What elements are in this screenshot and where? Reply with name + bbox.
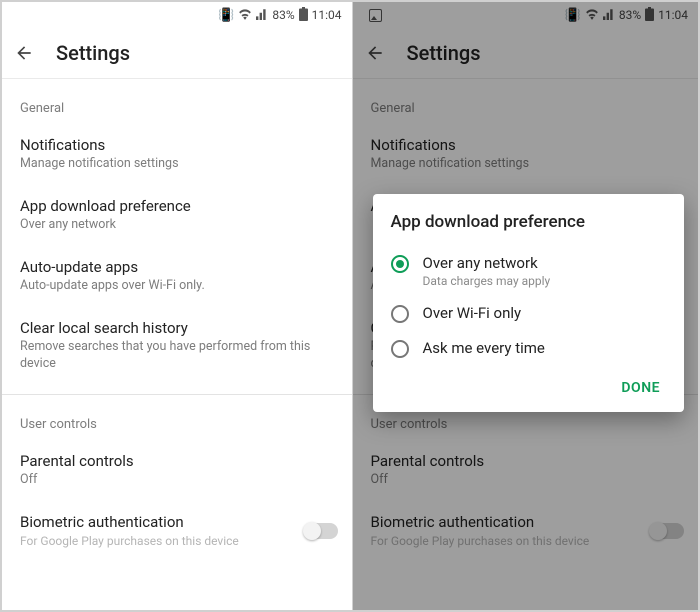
option-ask-every-time[interactable]: Ask me every time: [391, 331, 671, 366]
radio-icon: [391, 305, 409, 323]
item-sub: Off: [20, 472, 338, 489]
dialog-download-pref: App download preference Over any network…: [373, 194, 685, 412]
item-biometric[interactable]: Biometric authentication For Google Play…: [20, 501, 338, 561]
item-sub: Remove searches that you have performed …: [20, 339, 338, 373]
status-bar: 📳 83% 11:04: [2, 2, 352, 28]
battery-pct: 83%: [272, 8, 294, 22]
screen-settings-dialog: 📳 83% 11:04 Settings General Notificatio…: [353, 2, 699, 610]
battery-icon: [299, 7, 308, 24]
item-sub: Auto-update apps over Wi-Fi only.: [20, 278, 338, 295]
radio-icon: [391, 255, 409, 273]
item-clear-history[interactable]: Clear local search history Remove search…: [20, 307, 338, 385]
item-sub: Manage notification settings: [20, 156, 338, 173]
item-title: Auto-update apps: [20, 258, 338, 276]
option-label: Over Wi-Fi only: [423, 304, 522, 322]
item-parental[interactable]: Parental controls Off: [20, 440, 338, 501]
option-label: Ask me every time: [423, 339, 545, 357]
section-user-controls: User controls: [20, 395, 338, 440]
option-wifi-only[interactable]: Over Wi-Fi only: [391, 296, 671, 331]
item-sub: For Google Play purchases on this device: [20, 533, 239, 549]
dialog-title: App download preference: [391, 212, 671, 232]
option-sub: Data charges may apply: [423, 274, 551, 288]
back-icon[interactable]: [14, 43, 34, 63]
vibrate-icon: 📳: [218, 9, 234, 22]
item-title: Parental controls: [20, 452, 338, 470]
done-button[interactable]: DONE: [611, 372, 670, 404]
section-general: General: [20, 79, 338, 124]
comparison-frame: 📳 83% 11:04 Settings General Notificatio…: [0, 0, 700, 612]
page-title: Settings: [56, 41, 130, 65]
item-title: Notifications: [20, 136, 338, 154]
wifi-icon: [238, 8, 252, 23]
radio-icon: [391, 340, 409, 358]
signal-icon: [256, 8, 268, 23]
item-title: App download preference: [20, 197, 338, 215]
item-title: Biometric authentication: [20, 513, 239, 531]
toggle-biometric[interactable]: [304, 523, 338, 539]
item-notifications[interactable]: Notifications Manage notification settin…: [20, 124, 338, 185]
option-any-network[interactable]: Over any network Data charges may apply: [391, 246, 671, 296]
settings-list: General Notifications Manage notificatio…: [2, 79, 352, 561]
screen-settings: 📳 83% 11:04 Settings General Notificatio…: [2, 2, 353, 610]
app-bar: Settings: [2, 28, 352, 79]
dialog-actions: DONE: [391, 366, 671, 404]
item-title: Clear local search history: [20, 319, 338, 337]
item-sub: Over any network: [20, 217, 338, 234]
item-auto-update[interactable]: Auto-update apps Auto-update apps over W…: [20, 246, 338, 307]
option-label: Over any network: [423, 254, 551, 272]
clock: 11:04: [312, 8, 342, 22]
item-download-pref[interactable]: App download preference Over any network: [20, 185, 338, 246]
